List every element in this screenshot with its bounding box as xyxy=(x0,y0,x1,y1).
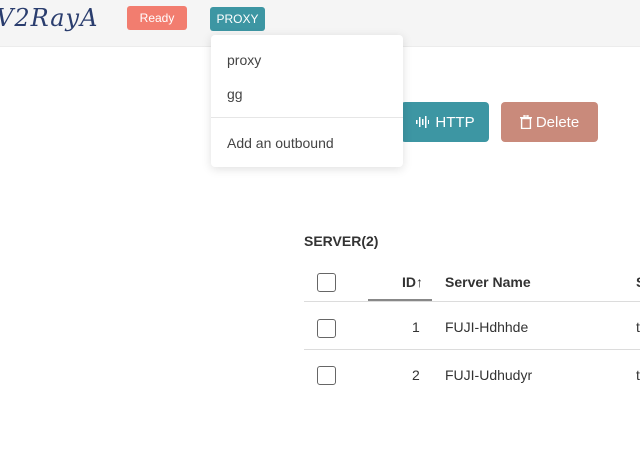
sort-ascending-icon: ↑ xyxy=(416,274,423,290)
http-button-label: HTTP xyxy=(435,113,475,131)
menu-item-gg[interactable]: gg xyxy=(227,86,243,102)
column-header-id-label: ID xyxy=(402,274,416,290)
column-header-id[interactable]: ID↑ xyxy=(402,274,423,290)
menu-divider xyxy=(211,117,403,118)
row-id: 2 xyxy=(412,367,420,383)
column-header-extra[interactable]: S xyxy=(636,274,640,290)
delete-button-label: Delete xyxy=(535,113,580,131)
outbound-selector-button[interactable]: PROXY xyxy=(210,7,265,31)
http-button[interactable]: HTTP xyxy=(401,102,489,142)
add-outbound-menu-item[interactable]: Add an outbound xyxy=(227,135,334,151)
trash-icon xyxy=(519,115,532,129)
waveform-icon xyxy=(415,115,430,129)
row-id: 1 xyxy=(412,319,420,335)
row-server-name: FUJI-Udhudyr xyxy=(445,367,533,383)
row-checkbox[interactable] xyxy=(317,319,336,338)
delete-button[interactable]: Delete xyxy=(501,102,598,142)
row-extra: t xyxy=(636,367,640,383)
select-all-checkbox[interactable] xyxy=(317,273,336,292)
status-badge: Ready xyxy=(127,6,187,30)
table-row-divider xyxy=(304,349,640,350)
column-header-server-name[interactable]: Server Name xyxy=(445,274,531,290)
row-checkbox[interactable] xyxy=(317,366,336,385)
table-header-divider xyxy=(304,301,640,302)
row-extra: t xyxy=(636,319,640,335)
row-server-name: FUJI-Hdhhde xyxy=(445,319,529,335)
outbound-dropdown-menu: proxy gg Add an outbound xyxy=(211,35,403,167)
server-section-title: SERVER(2) xyxy=(304,233,379,249)
menu-item-proxy[interactable]: proxy xyxy=(227,52,261,68)
app-logo: V2RayA xyxy=(0,4,99,32)
